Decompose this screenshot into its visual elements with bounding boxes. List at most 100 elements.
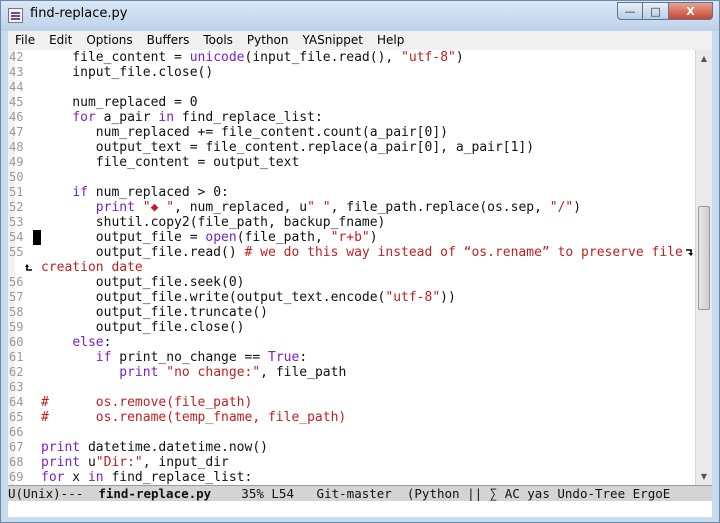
code-token: if [95, 350, 112, 365]
line-number: 62 [9, 365, 24, 379]
code-line[interactable] [41, 425, 695, 440]
line-wrap-left-icon [25, 264, 32, 271]
code-line[interactable]: output_file.read() # we do this way inst… [41, 245, 695, 260]
line-number: 42 [9, 50, 24, 64]
code-line[interactable]: for x in find_replace_list: [41, 470, 695, 485]
code-line[interactable]: else: [41, 335, 695, 350]
code-token: unicode [189, 50, 245, 65]
scroll-down-arrow-icon[interactable]: ▼ [696, 468, 712, 485]
menu-file[interactable]: File [8, 31, 42, 50]
minimize-button[interactable]: — [617, 2, 643, 20]
code-line[interactable]: print "no change:", file_path [41, 365, 695, 380]
code-line[interactable]: if print_no_change == True: [41, 350, 695, 365]
title-bar[interactable]: find-replace.py — □ X [1, 1, 719, 31]
code-token: ) [369, 230, 378, 245]
code-token: x [64, 470, 88, 485]
code-line[interactable]: num_replaced += file_content.count(a_pai… [41, 125, 695, 140]
menu-tools[interactable]: Tools [196, 31, 240, 50]
line-number: 49 [9, 155, 24, 169]
line-number: 64 [9, 395, 24, 409]
line-number: 50 [9, 170, 24, 184]
code-token: : [103, 335, 112, 350]
code-line[interactable]: file_content = output_text [41, 155, 695, 170]
menu-options[interactable]: Options [79, 31, 139, 50]
code-token: , input_dir [142, 455, 229, 470]
minibuffer[interactable] [8, 501, 712, 517]
code-token: # os.rename(temp_fname, file_path) [41, 410, 347, 425]
code-line[interactable]: creation date [41, 260, 695, 275]
code-line[interactable] [41, 380, 695, 395]
code-line[interactable]: input_file.close() [41, 65, 695, 80]
code-editor[interactable]: 42 43 44 45 46 47 48 49 50 51 52 53 54 55 56 57 58 59 60 61… [8, 50, 695, 485]
code-line[interactable] [41, 80, 695, 95]
menu-help[interactable]: Help [370, 31, 411, 50]
code-token: , file_path [260, 365, 347, 380]
code-line[interactable]: output_file.write(output_text.encode("ut… [41, 290, 695, 305]
line-number: 46 [9, 110, 24, 124]
code-token: print [95, 200, 135, 215]
code-line[interactable]: output_file.seek(0) [41, 275, 695, 290]
code-token: shutil.copy2(file_path, backup_fname) [41, 215, 386, 230]
mode-line-buffer-name[interactable]: find-replace.py [98, 486, 211, 501]
menu-yasnippet[interactable]: YASnippet [296, 31, 371, 50]
scroll-up-arrow-icon[interactable]: ▲ [696, 50, 712, 67]
code-line[interactable]: print u"Dir:", input_dir [41, 455, 695, 470]
line-number: 66 [9, 425, 24, 439]
code-line[interactable]: shutil.copy2(file_path, backup_fname) [41, 215, 695, 230]
code-token: True [268, 350, 300, 365]
maximize-icon: □ [650, 4, 661, 18]
code-token: (file_path, [236, 230, 331, 245]
menu-python[interactable]: Python [240, 31, 296, 50]
code-token: , num_replaced, u [174, 200, 308, 215]
mode-line: U(Unix)--- find-replace.py 35% L54 Git-m… [8, 485, 712, 501]
line-number: 51 [9, 185, 24, 199]
code-token: output_file.write(output_text.encode( [41, 290, 386, 305]
vertical-scrollbar[interactable]: ▲ ▼ [695, 50, 712, 485]
line-number: 56 [9, 275, 24, 289]
code-line[interactable]: output_file = open(file_path, "r+b") [41, 230, 695, 245]
line-number: 58 [9, 305, 24, 319]
code-line[interactable]: # os.remove(file_path) [41, 395, 695, 410]
code-line[interactable] [41, 170, 695, 185]
line-number: 57 [9, 290, 24, 304]
menu-edit[interactable]: Edit [42, 31, 79, 50]
code-token: ) [573, 200, 582, 215]
emacs-window: find-replace.py — □ X File Edit Options … [0, 0, 720, 523]
code-line[interactable]: output_file.truncate() [41, 305, 695, 320]
line-number: 53 [9, 215, 24, 229]
code-token: for [72, 110, 96, 125]
line-number: 63 [9, 380, 24, 394]
code-line[interactable]: print "◆ ", num_replaced, u" ", file_pat… [41, 200, 695, 215]
code-line[interactable]: output_text = file_content.replace(a_pai… [41, 140, 695, 155]
code-line[interactable]: print datetime.datetime.now() [41, 440, 695, 455]
line-number: 65 [9, 410, 24, 424]
line-number: 48 [9, 140, 24, 154]
code-token: print [41, 455, 81, 470]
code-line[interactable]: num_replaced = 0 [41, 95, 695, 110]
code-line[interactable]: output_file.close() [41, 320, 695, 335]
code-text-area[interactable]: file_content = unicode(input_file.read()… [41, 50, 695, 485]
code-token: # os.remove(file_path) [41, 395, 253, 410]
code-line[interactable]: # os.rename(temp_fname, file_path) [41, 410, 695, 425]
line-number: 55 [9, 245, 24, 259]
code-token: file_content = [41, 50, 190, 65]
code-token: num_replaced += file_content.count(a_pai… [41, 125, 448, 140]
code-token: a_pair [95, 110, 159, 125]
line-number: 47 [9, 125, 24, 139]
menu-buffers[interactable]: Buffers [140, 31, 197, 50]
line-number: 69 [9, 470, 24, 484]
close-button[interactable]: X [669, 2, 713, 20]
line-wrap-right-icon [686, 249, 693, 256]
code-token: if [72, 185, 88, 200]
code-line[interactable]: for a_pair in find_replace_list: [41, 110, 695, 125]
minimize-icon: — [624, 4, 636, 18]
code-token: creation date [41, 260, 143, 275]
maximize-button[interactable]: □ [643, 2, 669, 20]
code-token: output_file.truncate() [41, 305, 268, 320]
mode-line-prefix: U(Unix)--- [8, 486, 99, 501]
window-controls: — □ X [617, 2, 713, 20]
code-line[interactable]: if num_replaced > 0: [41, 185, 695, 200]
code-line[interactable]: file_content = unicode(input_file.read()… [41, 50, 695, 65]
scrollbar-thumb[interactable] [698, 206, 710, 310]
